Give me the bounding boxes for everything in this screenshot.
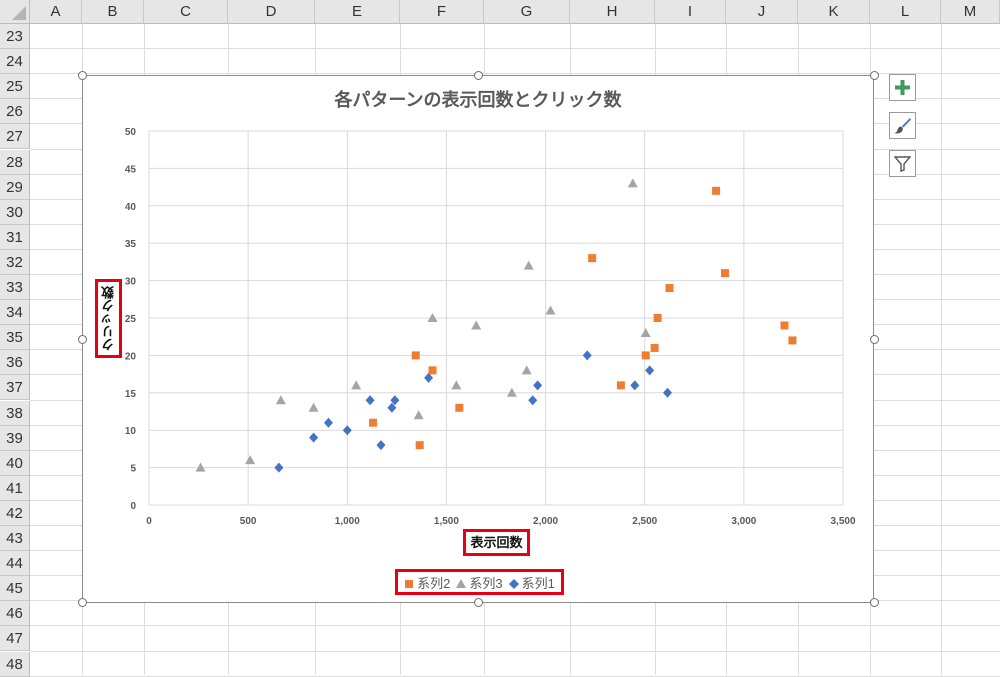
data-point-series-2[interactable] [471, 320, 482, 330]
data-point-series-1[interactable] [653, 314, 662, 322]
chart-styles-button[interactable] [889, 112, 916, 139]
y-tick-label: 0 [130, 501, 136, 512]
y-tick-label: 5 [130, 464, 136, 475]
filter-icon [894, 156, 911, 172]
data-point-series-2[interactable] [245, 455, 256, 465]
y-tick-label: 50 [125, 127, 137, 138]
chart-filters-button[interactable] [889, 150, 916, 177]
x-tick-label: 500 [240, 516, 257, 527]
resize-handle-bottom-center[interactable] [474, 598, 483, 607]
data-point-series-3[interactable] [630, 380, 640, 391]
y-tick-label: 35 [125, 239, 137, 250]
resize-handle-middle-left[interactable] [78, 335, 87, 344]
data-point-series-3[interactable] [663, 387, 673, 398]
data-point-series-2[interactable] [308, 402, 319, 412]
resize-handle-bottom-left[interactable] [78, 598, 87, 607]
data-point-series-2[interactable] [413, 410, 424, 420]
y-tick-label: 15 [125, 389, 137, 400]
data-point-series-3[interactable] [533, 380, 543, 391]
data-point-series-3[interactable] [645, 365, 655, 376]
square-marker-icon [404, 577, 414, 588]
x-tick-label: 3,000 [731, 516, 756, 527]
data-point-series-3[interactable] [376, 440, 386, 451]
data-point-series-3[interactable] [309, 432, 319, 443]
y-tick-label: 40 [125, 202, 137, 213]
paintbrush-icon [894, 118, 911, 134]
legend-item[interactable]: 系列3 [456, 573, 503, 592]
data-point-series-3[interactable] [274, 462, 284, 473]
legend-label: 系列2 [417, 575, 451, 591]
resize-handle-top-right[interactable] [870, 71, 879, 80]
x-tick-label: 1,500 [434, 516, 459, 527]
data-point-series-1[interactable] [641, 351, 650, 360]
x-tick-label: 3,500 [830, 516, 855, 527]
legend-label: 系列1 [521, 575, 555, 591]
resize-handle-top-left[interactable] [78, 71, 87, 80]
data-point-series-3[interactable] [528, 395, 538, 406]
data-point-series-3[interactable] [342, 425, 352, 436]
resize-handle-bottom-right[interactable] [870, 598, 879, 607]
chart-elements-button[interactable] [889, 74, 916, 101]
x-tick-label: 0 [146, 516, 152, 527]
legend-item[interactable]: 系列2 [404, 573, 450, 592]
data-point-series-2[interactable] [627, 178, 638, 188]
data-point-series-1[interactable] [455, 403, 464, 412]
data-point-series-1[interactable] [780, 321, 789, 330]
data-point-series-2[interactable] [451, 380, 462, 390]
chart-legend[interactable]: 系列2 系列3 系列1 [398, 572, 561, 592]
data-point-series-2[interactable] [640, 327, 651, 337]
y-tick-label: 20 [125, 351, 137, 362]
x-tick-label: 2,500 [632, 516, 657, 527]
data-point-series-3[interactable] [323, 417, 333, 428]
data-point-series-1[interactable] [721, 269, 730, 278]
data-point-series-2[interactable] [545, 305, 556, 315]
y-tick-label: 10 [125, 426, 137, 437]
data-point-series-2[interactable] [351, 380, 362, 390]
legend-item[interactable]: 系列1 [508, 573, 555, 592]
x-tick-label: 2,000 [533, 516, 558, 527]
data-point-series-3[interactable] [582, 350, 592, 361]
data-point-series-1[interactable] [665, 284, 674, 293]
data-point-series-2[interactable] [521, 365, 532, 375]
resize-handle-middle-right[interactable] [870, 335, 879, 344]
data-point-series-1[interactable] [616, 381, 625, 390]
y-tick-label: 45 [125, 164, 137, 175]
data-point-series-2[interactable] [275, 395, 286, 405]
data-point-series-1[interactable] [369, 418, 378, 427]
data-point-series-1[interactable] [411, 351, 420, 360]
resize-handle-top-center[interactable] [474, 71, 483, 80]
data-point-series-3[interactable] [365, 395, 375, 406]
data-point-series-1[interactable] [588, 254, 597, 263]
y-tick-label: 25 [125, 314, 137, 325]
triangle-marker-icon [456, 577, 467, 588]
y-tick-label: 30 [125, 277, 137, 288]
data-point-series-1[interactable] [712, 186, 721, 195]
data-point-series-1[interactable] [788, 336, 797, 345]
diamond-marker-icon [508, 577, 519, 589]
plus-icon [895, 80, 910, 95]
data-point-series-1[interactable] [428, 366, 437, 375]
legend-label: 系列3 [469, 575, 503, 591]
data-point-series-2[interactable] [523, 260, 534, 270]
row-gridline [30, 675, 1000, 677]
x-axis-label[interactable]: 表示回数 [467, 533, 526, 552]
x-tick-label: 1,000 [335, 516, 360, 527]
y-axis-label[interactable]: クリック数 [99, 283, 118, 354]
data-point-series-1[interactable] [415, 441, 424, 450]
data-point-series-1[interactable] [650, 343, 659, 352]
